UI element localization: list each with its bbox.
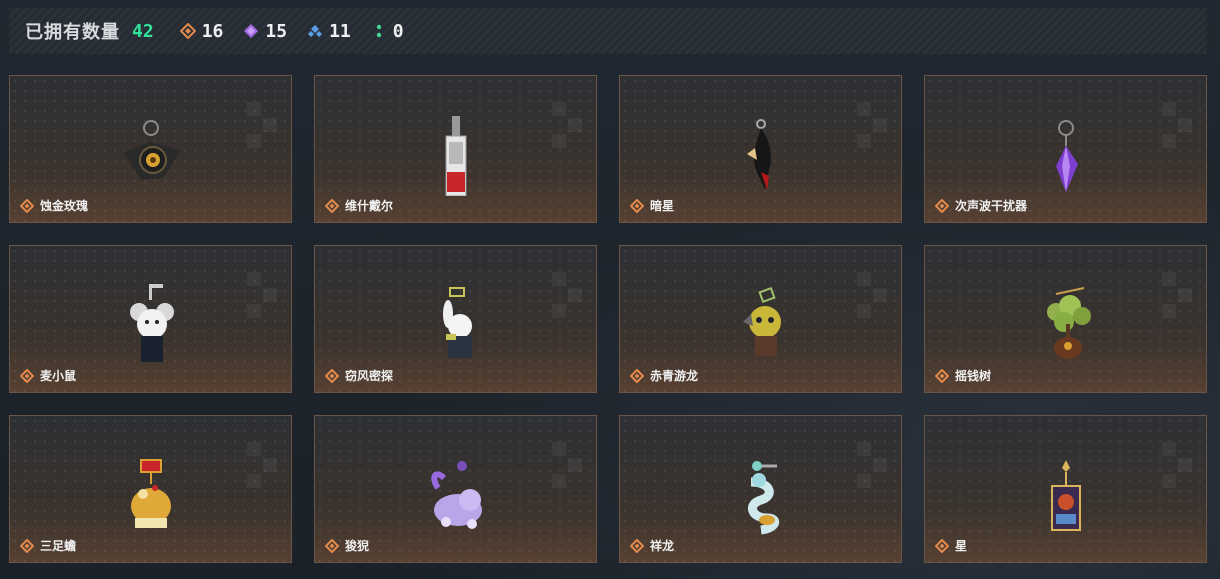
- charm-label: 三足蟾: [20, 537, 76, 554]
- charm-label: 暗星: [630, 197, 674, 214]
- orange-diamond-icon: [630, 198, 644, 213]
- blue-diamond-icon: [307, 23, 323, 39]
- charm-label: 狻猊: [325, 537, 369, 554]
- charm-collection-page: 已拥有数量 42 16 15 11 0 蚀金玫瑰 维什戴尔 暗星 次声波干扰器 …: [0, 0, 1220, 579]
- charm-name: 三足蟾: [40, 539, 77, 553]
- orange-diamond-icon: [630, 538, 644, 553]
- rarity-count-value: 0: [392, 20, 404, 42]
- rarity-count-value: 15: [265, 20, 288, 42]
- owned-label: 已拥有数量: [25, 22, 120, 43]
- tag-charm-icon: [416, 86, 496, 197]
- charm-card[interactable]: 狻猊: [314, 415, 597, 563]
- charm-card[interactable]: 祥龙: [619, 415, 902, 563]
- orange-diamond-icon: [325, 198, 339, 213]
- mouse-charm-icon: [111, 256, 191, 366]
- charm-card[interactable]: 蚀金玫瑰: [9, 75, 292, 223]
- charm-grid: 蚀金玫瑰 维什戴尔 暗星 次声波干扰器 麦小鼠 窃风密探 赤青游龙 摇钱树 三足…: [9, 75, 1207, 565]
- charm-name: 暗星: [650, 199, 675, 213]
- dark-star-charm-icon: [721, 86, 801, 196]
- charm-card[interactable]: 窃风密探: [314, 245, 597, 393]
- charm-card[interactable]: 星: [924, 415, 1207, 563]
- charm-label: 麦小鼠: [20, 367, 76, 384]
- charm-label: 维什戴尔: [325, 197, 393, 214]
- charm-label: 蚀金玫瑰: [20, 197, 88, 214]
- green-dots-icon: [371, 23, 387, 39]
- orange-diamond-icon: [630, 368, 644, 383]
- charm-label: 次声波干扰器: [935, 197, 1027, 214]
- charm-name: 维什戴尔: [345, 199, 394, 213]
- orange-diamond-icon: [179, 22, 197, 40]
- gold-rose-charm-icon: [111, 86, 191, 196]
- charm-label: 摇钱树: [935, 367, 991, 384]
- charm-name: 次声波干扰器: [955, 199, 1028, 213]
- charm-card[interactable]: 摇钱树: [924, 245, 1207, 393]
- collection-summary-bar: 已拥有数量 42 16 15 11 0: [9, 8, 1207, 54]
- charm-name: 蚀金玫瑰: [40, 199, 89, 213]
- charm-name: 祥龙: [650, 539, 675, 553]
- rarity-count-orange: 16: [179, 20, 224, 42]
- orange-diamond-icon: [935, 538, 949, 553]
- rarity-count-purple: 15: [243, 21, 287, 42]
- charm-name: 窃风密探: [345, 369, 394, 383]
- orange-diamond-icon: [935, 198, 949, 213]
- purple-diamond-icon: [243, 23, 259, 39]
- orange-diamond-icon: [325, 368, 339, 383]
- charm-label: 赤青游龙: [630, 367, 698, 384]
- charm-card[interactable]: 赤青游龙: [619, 245, 902, 393]
- dragon-mascot-charm-icon: [721, 256, 801, 366]
- charm-label: 窃风密探: [325, 367, 393, 384]
- charm-card[interactable]: 次声波干扰器: [924, 75, 1207, 223]
- orange-diamond-icon: [20, 538, 34, 553]
- charm-card[interactable]: 暗星: [619, 75, 902, 223]
- charm-name: 摇钱树: [955, 369, 992, 383]
- auspicious-dragon-charm-icon: [721, 426, 801, 536]
- purple-lion-charm-icon: [416, 426, 496, 536]
- charm-card[interactable]: 维什戴尔: [314, 75, 597, 223]
- orange-diamond-icon: [325, 538, 339, 553]
- charm-card[interactable]: 三足蟾: [9, 415, 292, 563]
- owned-count: 42: [132, 20, 154, 42]
- rarity-count-blue: 11: [307, 21, 351, 42]
- charm-name: 麦小鼠: [40, 369, 77, 383]
- charm-name: 狻猊: [345, 539, 370, 553]
- charm-label: 祥龙: [630, 537, 674, 554]
- golden-toad-charm-icon: [111, 426, 191, 536]
- charm-label: 星: [935, 537, 967, 554]
- charm-card[interactable]: 麦小鼠: [9, 245, 292, 393]
- star-card-charm-icon: [1026, 426, 1106, 536]
- purple-crystal-charm-icon: [1026, 86, 1106, 196]
- orange-diamond-icon: [20, 198, 34, 213]
- rabbit-spy-charm-icon: [416, 256, 496, 366]
- rarity-count-value: 11: [329, 20, 351, 42]
- rarity-count-value: 16: [201, 20, 224, 42]
- orange-diamond-icon: [20, 368, 34, 383]
- orange-diamond-icon: [935, 368, 949, 383]
- charm-name: 赤青游龙: [650, 369, 699, 383]
- money-tree-charm-icon: [1026, 256, 1106, 366]
- charm-name: 星: [955, 539, 968, 553]
- rarity-count-green: 0: [371, 21, 404, 42]
